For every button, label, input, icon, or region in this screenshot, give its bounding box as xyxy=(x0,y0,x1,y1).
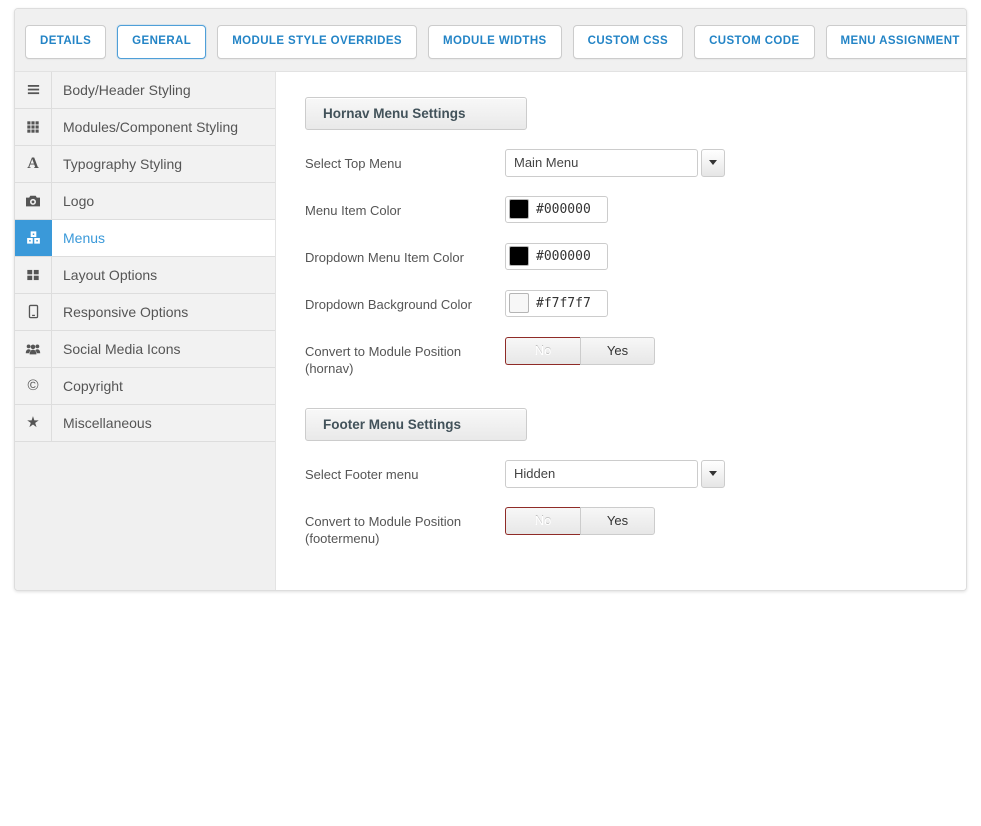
menu-item-color-row: Menu Item Color #000000 xyxy=(305,196,946,224)
hex-value: #000000 xyxy=(536,202,591,217)
sidebar-item-label: Logo xyxy=(52,183,275,219)
menu-item-color-label: Menu Item Color xyxy=(305,196,505,224)
template-settings-page: DETAILS GENERAL MODULE STYLE OVERRIDES M… xyxy=(0,0,981,826)
chevron-down-icon xyxy=(709,160,717,165)
menu-item-color-input[interactable]: #000000 xyxy=(505,196,608,223)
sidebar-item-label: Modules/Component Styling xyxy=(52,109,275,145)
sidebar-item-miscellaneous[interactable]: ★ Miscellaneous xyxy=(15,405,275,442)
settings-content: Hornav Menu Settings Select Top Menu Mai… xyxy=(276,72,966,592)
select-footer-menu-row: Select Footer menu Hidden xyxy=(305,460,946,488)
chevron-down-icon xyxy=(709,471,717,476)
sidebar-item-logo[interactable]: Logo xyxy=(15,183,275,220)
sidebar-item-label: Social Media Icons xyxy=(52,331,275,367)
convert-hornav-toggle: No Yes xyxy=(505,337,655,365)
tab-custom-css[interactable]: CUSTOM CSS xyxy=(573,25,683,59)
mobile-icon xyxy=(15,294,52,330)
sidebar-item-menus[interactable]: Menus xyxy=(15,220,275,257)
sidebar-item-layout-options[interactable]: Layout Options xyxy=(15,257,275,294)
convert-footermenu-row: Convert to Module Position (footermenu) … xyxy=(305,507,946,547)
hex-value: #000000 xyxy=(536,249,591,264)
tab-module-widths[interactable]: MODULE WIDTHS xyxy=(428,25,562,59)
tab-menu-assignment[interactable]: MENU ASSIGNMENT xyxy=(826,25,967,59)
select-top-menu-label: Select Top Menu xyxy=(305,149,505,177)
convert-footermenu-no-button[interactable]: No xyxy=(505,507,580,535)
convert-footermenu-label: Convert to Module Position (footermenu) xyxy=(305,507,505,547)
sidebar-item-modules-component-styling[interactable]: Modules/Component Styling xyxy=(15,109,275,146)
convert-hornav-row: Convert to Module Position (hornav) No Y… xyxy=(305,337,946,377)
select-top-menu-row: Select Top Menu Main Menu xyxy=(305,149,946,177)
star-icon: ★ xyxy=(15,405,52,441)
cubes-icon xyxy=(15,220,52,256)
tab-bar: DETAILS GENERAL MODULE STYLE OVERRIDES M… xyxy=(15,9,966,72)
dropdown-menu-item-color-label: Dropdown Menu Item Color xyxy=(305,243,505,271)
color-swatch xyxy=(509,246,529,266)
tab-custom-code[interactable]: CUSTOM CODE xyxy=(694,25,814,59)
dropdown-background-color-row: Dropdown Background Color #f7f7f7 xyxy=(305,290,946,318)
sidebar-item-label: Responsive Options xyxy=(52,294,275,330)
sidebar-item-body-header-styling[interactable]: Body/Header Styling xyxy=(15,72,275,109)
select-top-menu-dropdown[interactable]: Main Menu xyxy=(505,149,698,177)
layout-grid-icon xyxy=(15,257,52,293)
settings-panel: DETAILS GENERAL MODULE STYLE OVERRIDES M… xyxy=(14,8,967,591)
sidebar-item-label: Typography Styling xyxy=(52,146,275,182)
settings-sidebar: Body/Header Styling Modules/Component St… xyxy=(15,72,276,592)
copyright-icon: © xyxy=(15,368,52,404)
convert-hornav-no-button[interactable]: No xyxy=(505,337,580,365)
color-swatch xyxy=(509,199,529,219)
sidebar-item-copyright[interactable]: © Copyright xyxy=(15,368,275,405)
sidebar-item-label: Miscellaneous xyxy=(52,405,275,441)
convert-hornav-label: Convert to Module Position (hornav) xyxy=(305,337,505,377)
grid-icon xyxy=(15,109,52,145)
sidebar-item-label: Menus xyxy=(52,220,275,256)
sidebar-item-label: Body/Header Styling xyxy=(52,72,275,108)
sidebar-item-label: Copyright xyxy=(52,368,275,404)
select-footer-menu-label: Select Footer menu xyxy=(305,460,505,488)
dropdown-background-color-label: Dropdown Background Color xyxy=(305,290,505,318)
sidebar-item-responsive-options[interactable]: Responsive Options xyxy=(15,294,275,331)
convert-footermenu-toggle: No Yes xyxy=(505,507,655,535)
tab-general[interactable]: GENERAL xyxy=(117,25,206,59)
menu-bars-icon xyxy=(15,72,52,108)
select-footer-menu-caret-button[interactable] xyxy=(701,460,725,488)
sidebar-item-typography-styling[interactable]: A Typography Styling xyxy=(15,146,275,183)
footer-menu-settings-header: Footer Menu Settings xyxy=(305,408,527,441)
hornav-menu-settings-header: Hornav Menu Settings xyxy=(305,97,527,130)
dropdown-menu-item-color-row: Dropdown Menu Item Color #000000 xyxy=(305,243,946,271)
tab-details[interactable]: DETAILS xyxy=(25,25,106,59)
select-footer-menu-dropdown[interactable]: Hidden xyxy=(505,460,698,488)
typography-a-icon: A xyxy=(15,146,52,182)
hex-value: #f7f7f7 xyxy=(536,296,591,311)
camera-icon xyxy=(15,183,52,219)
color-swatch xyxy=(509,293,529,313)
convert-hornav-yes-button[interactable]: Yes xyxy=(580,337,655,365)
sidebar-item-social-media-icons[interactable]: Social Media Icons xyxy=(15,331,275,368)
dropdown-background-color-input[interactable]: #f7f7f7 xyxy=(505,290,608,317)
dropdown-menu-item-color-input[interactable]: #000000 xyxy=(505,243,608,270)
convert-footermenu-yes-button[interactable]: Yes xyxy=(580,507,655,535)
sidebar-item-label: Layout Options xyxy=(52,257,275,293)
select-top-menu-caret-button[interactable] xyxy=(701,149,725,177)
users-icon xyxy=(15,331,52,367)
tab-module-style-overrides[interactable]: MODULE STYLE OVERRIDES xyxy=(217,25,417,59)
